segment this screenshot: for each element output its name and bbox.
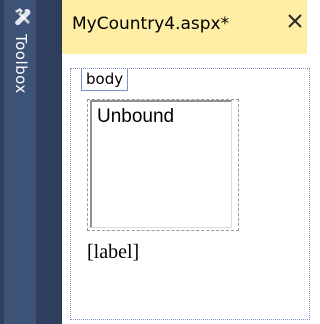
document-tab[interactable]: MyCountry4.aspx* [62, 0, 307, 54]
toolbox-label: Toolbox [12, 34, 30, 94]
toolbox-tab[interactable]: Toolbox [4, 0, 36, 324]
body-tag-label[interactable]: body [81, 69, 129, 91]
listbox-item[interactable]: Unbound [97, 106, 174, 128]
close-icon[interactable] [284, 10, 306, 32]
document-tab-title: MyCountry4.aspx* [72, 14, 230, 34]
label-control[interactable]: [label] [87, 241, 139, 264]
toolbox-panel: Toolbox [0, 0, 62, 324]
design-surface: body Unbound [label] [62, 54, 310, 324]
body-element[interactable]: body Unbound [label] [70, 68, 310, 320]
listbox-control[interactable]: Unbound [90, 100, 232, 228]
toolbox-icon [15, 8, 31, 26]
